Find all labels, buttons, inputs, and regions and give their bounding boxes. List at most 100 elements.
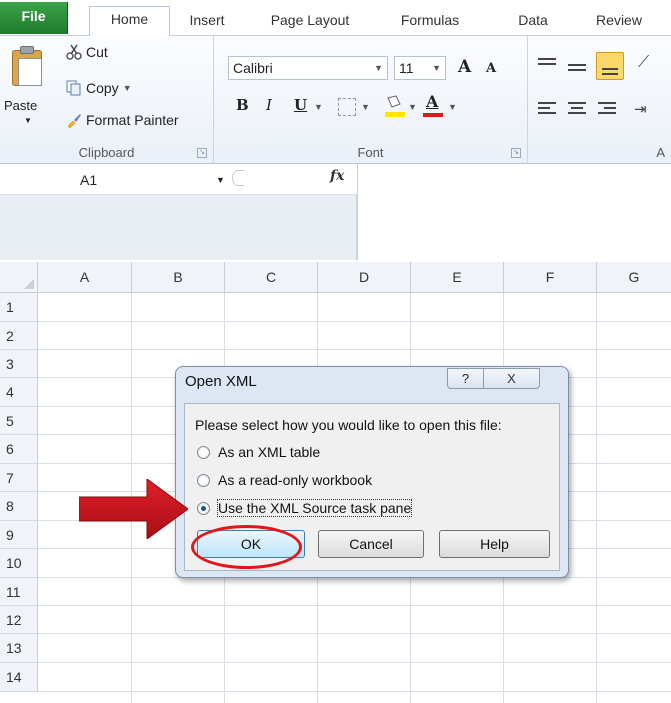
radio-icon[interactable] (197, 445, 210, 459)
alignment-group-label: A (656, 145, 665, 160)
font-name-value: Calibri (233, 60, 273, 76)
row-header-7[interactable]: 7 (0, 464, 38, 492)
font-color-button[interactable]: A (422, 92, 444, 118)
formula-input[interactable] (358, 164, 671, 260)
select-all-button[interactable] (0, 262, 38, 293)
row-header-3[interactable]: 3 (0, 350, 38, 378)
fill-color-dropdown-icon[interactable]: ▼ (408, 102, 417, 112)
row-header-4[interactable]: 4 (0, 378, 38, 407)
column-header-b[interactable]: B (132, 262, 225, 293)
bold-button[interactable]: B (236, 96, 249, 114)
tab-review[interactable]: Review (584, 8, 654, 36)
font-name-select[interactable]: Calibri ▼ (228, 56, 388, 80)
fill-color-button[interactable] (384, 94, 406, 118)
copy-button[interactable]: Copy ▼ (66, 80, 132, 96)
ribbon-tab-bar: File Home Insert Page Layout Formulas Da… (0, 0, 671, 37)
row-header-11[interactable]: 11 (0, 578, 38, 606)
row-header-5[interactable]: 5 (0, 407, 38, 435)
gridline (38, 662, 671, 663)
scissors-icon (66, 44, 82, 60)
paste-icon (10, 44, 46, 86)
orientation-icon[interactable]: ⟋ (638, 54, 649, 72)
gridline (38, 633, 671, 634)
column-header-d[interactable]: D (318, 262, 411, 293)
alignment-group: ⟋ ⇥ A (528, 36, 671, 164)
column-header-f[interactable]: F (504, 262, 597, 293)
tab-formulas[interactable]: Formulas (384, 8, 476, 36)
format-painter-label: Format Painter (86, 112, 179, 128)
borders-icon[interactable] (338, 98, 356, 116)
borders-dropdown-icon[interactable]: ▼ (361, 102, 370, 112)
option-label: Use the XML Source task pane (216, 499, 413, 517)
grow-font-button[interactable]: A (458, 57, 471, 77)
formula-bar-divider (232, 170, 244, 186)
font-color-dropdown-icon[interactable]: ▼ (448, 102, 457, 112)
font-size-value: 11 (399, 60, 414, 76)
chevron-down-icon[interactable]: ▼ (216, 166, 225, 194)
help-button[interactable]: Help (439, 530, 550, 558)
indent-icon[interactable]: ⇥ (634, 100, 647, 118)
insert-function-button[interactable]: fx (330, 168, 344, 184)
tab-data[interactable]: Data (508, 8, 558, 36)
column-header-c[interactable]: C (225, 262, 318, 293)
option-xml-source-pane[interactable]: Use the XML Source task pane (197, 499, 413, 517)
row-header-6[interactable]: 6 (0, 435, 38, 464)
row-header-10[interactable]: 10 (0, 549, 38, 578)
paste-dropdown-icon: ▼ (24, 116, 32, 125)
paste-button[interactable]: Paste ▼ (0, 36, 60, 136)
red-arrow-icon (79, 479, 188, 539)
paint-bucket-icon (385, 95, 405, 117)
row-header-2[interactable]: 2 (0, 322, 38, 350)
underline-button[interactable]: U (294, 96, 307, 114)
row-header-1[interactable]: 1 (0, 293, 38, 322)
clipboard-group-label: Clipboard (78, 145, 135, 160)
tab-file[interactable]: File (0, 2, 68, 34)
clipboard-launcher-icon[interactable]: ↘ (197, 148, 207, 158)
option-label: As an XML table (218, 444, 321, 460)
row-header-12[interactable]: 12 (0, 606, 38, 634)
italic-button[interactable]: I (266, 96, 272, 114)
format-painter-button[interactable]: Format Painter (66, 112, 179, 128)
cut-label: Cut (86, 44, 108, 60)
formula-bar: A1 ▼ fx (0, 164, 671, 262)
align-center-icon[interactable] (568, 102, 586, 116)
column-header-g[interactable]: G (597, 262, 671, 293)
font-launcher-icon[interactable]: ↘ (511, 148, 521, 158)
paintbrush-icon (67, 114, 81, 128)
column-header-e[interactable]: E (411, 262, 504, 293)
align-top-icon[interactable] (538, 56, 556, 72)
font-size-select[interactable]: 11 ▼ (394, 56, 446, 80)
gridline (38, 349, 671, 350)
clipboard-group: Paste ▼ Cut Copy ▼ Format Painter Clipbo… (0, 36, 214, 164)
cut-button[interactable]: Cut (66, 44, 108, 60)
row-header-13[interactable]: 13 (0, 634, 38, 663)
row-header-14[interactable]: 14 (0, 663, 38, 692)
cancel-button[interactable]: Cancel (318, 530, 424, 558)
copy-icon (66, 80, 81, 96)
close-icon[interactable]: X (484, 368, 540, 389)
option-label: As a read-only workbook (218, 472, 373, 488)
align-bottom-icon[interactable] (596, 52, 624, 80)
align-right-icon[interactable] (598, 102, 616, 116)
paste-label: Paste (4, 98, 38, 113)
radio-selected-icon[interactable] (197, 501, 210, 515)
copy-dropdown-icon[interactable]: ▼ (123, 83, 132, 93)
tab-insert[interactable]: Insert (180, 8, 234, 36)
column-header-a[interactable]: A (38, 262, 132, 293)
align-left-icon[interactable] (538, 102, 556, 116)
option-read-only-workbook[interactable]: As a read-only workbook (197, 472, 372, 488)
row-header-9[interactable]: 9 (0, 521, 38, 549)
shrink-font-button[interactable]: A (486, 61, 496, 76)
row-header-8[interactable]: 8 (0, 492, 38, 521)
font-group-label: Font (357, 145, 384, 160)
gridline (596, 293, 597, 703)
underline-dropdown-icon[interactable]: ▼ (314, 102, 323, 112)
tab-home[interactable]: Home (89, 6, 170, 37)
align-middle-icon[interactable] (568, 60, 586, 76)
help-icon[interactable]: ? (447, 368, 484, 389)
tab-page-layout[interactable]: Page Layout (252, 8, 368, 36)
radio-icon[interactable] (197, 473, 210, 487)
option-xml-table[interactable]: As an XML table (197, 444, 320, 460)
name-box[interactable]: A1 ▼ (0, 166, 229, 194)
ribbon: Paste ▼ Cut Copy ▼ Format Painter Clipbo… (0, 36, 671, 164)
